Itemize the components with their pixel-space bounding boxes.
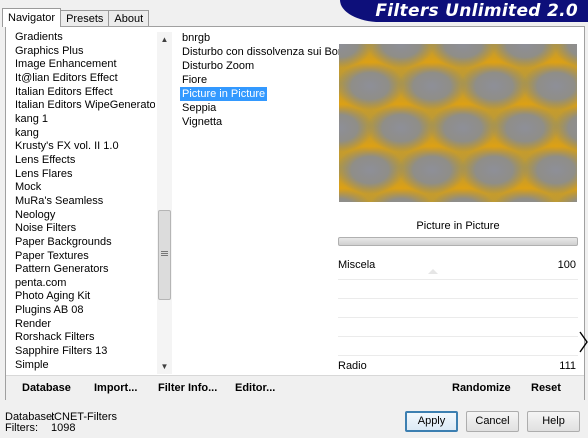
divider <box>338 279 578 280</box>
category-item[interactable]: Rorshack Filters <box>15 331 155 345</box>
pattern-blob <box>429 104 497 152</box>
scroll-up-icon[interactable]: ▲ <box>157 32 172 47</box>
grip-icon <box>161 251 168 256</box>
category-item[interactable]: Lens Effects <box>15 154 155 168</box>
slider-miscela[interactable]: Miscela 100 <box>338 259 578 274</box>
slider-value: 100 <box>557 259 576 271</box>
pattern-blob <box>460 146 528 194</box>
filter-row: Fiore <box>180 73 338 87</box>
status-info: Database: ICNET-Filters Filters: 1098 <box>5 412 117 434</box>
category-item[interactable]: Simple <box>15 359 155 371</box>
tab-about[interactable]: About <box>108 10 150 27</box>
filter-name-display: Picture in Picture <box>416 220 500 232</box>
filter-item-selected[interactable]: Picture in Picture <box>180 87 268 101</box>
filter-item[interactable]: Disturbo con dissolvenza sui Bordi <box>180 45 350 59</box>
category-list[interactable]: Gradients Graphics Plus Image Enhancement I… <box>15 31 155 371</box>
filter-info-button[interactable]: Filter Info... <box>158 382 217 394</box>
slider-value: 111 <box>559 360 576 372</box>
preview-image <box>339 44 577 202</box>
filter-item[interactable]: Seppia <box>180 101 338 115</box>
filter-item[interactable]: bnrgb <box>180 31 338 45</box>
pattern-blob <box>398 146 466 194</box>
help-button[interactable]: Help <box>527 411 580 432</box>
filter-row: Disturbo Zoom <box>180 59 338 73</box>
category-item[interactable]: Paper Textures <box>15 250 155 264</box>
category-item[interactable]: MuRa's Seamless <box>15 195 155 209</box>
divider <box>338 298 578 299</box>
preview-pattern <box>339 44 577 202</box>
slider-label: Miscela <box>338 259 376 271</box>
filter-item[interactable]: Disturbo Zoom <box>180 59 338 73</box>
category-item[interactable]: It@lian Editors Effect <box>15 72 155 86</box>
cancel-button[interactable]: Cancel <box>466 411 519 432</box>
scroll-down-icon[interactable]: ▼ <box>157 359 172 374</box>
pattern-blob <box>398 62 466 110</box>
category-item[interactable]: kang <box>15 127 155 141</box>
pattern-blob <box>491 104 559 152</box>
tab-bar: Navigator Presets About <box>2 8 150 27</box>
randomize-button[interactable]: Randomize <box>452 382 511 394</box>
slider-radio[interactable]: Radio 111 <box>338 360 578 374</box>
navigator-toolbar: Database Import... Filter Info... Editor… <box>6 375 584 400</box>
progress-bar <box>338 237 578 246</box>
import-button[interactable]: Import... <box>94 382 137 394</box>
banner-title: Filters Unlimited 2.0 <box>375 1 578 21</box>
divider <box>338 355 578 356</box>
navigator-panel: Gradients Graphics Plus Image Enhancement I… <box>5 26 585 400</box>
filter-row: Picture in Picture <box>180 87 338 101</box>
pattern-blob <box>367 104 435 152</box>
filter-list[interactable]: bnrgb Disturbo con dissolvenza sui Bordi D… <box>180 31 350 129</box>
editor-button[interactable]: Editor... <box>235 382 275 394</box>
slider-thumb-icon[interactable] <box>428 269 438 274</box>
divider <box>338 317 578 318</box>
filter-row: Vignetta <box>180 115 338 129</box>
category-item[interactable]: Neology <box>15 209 155 223</box>
filter-row: Seppia <box>180 101 338 115</box>
filter-item[interactable]: Vignetta <box>180 115 338 129</box>
category-item[interactable]: Photo Aging Kit <box>15 290 155 304</box>
filters-count: 1098 <box>51 422 76 434</box>
category-item[interactable]: Graphics Plus <box>15 45 155 59</box>
filters-label: Filters: <box>5 422 38 434</box>
category-item[interactable]: Noise Filters <box>15 222 155 236</box>
filter-row: Disturbo con dissolvenza sui Bordi <box>180 45 350 59</box>
category-item[interactable]: Plugins AB 08 <box>15 304 155 318</box>
database-button[interactable]: Database <box>22 382 71 394</box>
tab-presets[interactable]: Presets <box>60 10 110 27</box>
category-item[interactable]: Krusty's FX vol. II 1.0 <box>15 140 155 154</box>
category-item[interactable]: Mock <box>15 181 155 195</box>
filter-row: bnrgb <box>180 31 338 45</box>
category-item[interactable]: Italian Editors WipeGenerator <box>15 99 155 113</box>
scroll-thumb[interactable] <box>158 210 171 300</box>
divider <box>338 336 578 337</box>
category-item[interactable]: penta.com <box>15 277 155 291</box>
tab-navigator[interactable]: Navigator <box>2 8 62 27</box>
category-item[interactable]: Paper Backgrounds <box>15 236 155 250</box>
resize-cursor-icon <box>579 331 588 353</box>
category-item[interactable]: Sapphire Filters 13 <box>15 345 155 359</box>
slider-label: Radio <box>338 360 367 372</box>
category-item[interactable]: Gradients <box>15 31 155 45</box>
category-scrollbar[interactable]: ▲ ▼ <box>157 32 172 374</box>
category-item[interactable]: Render <box>15 318 155 332</box>
parameter-sliders: Miscela 100 Radio 111 <box>338 259 578 373</box>
category-item[interactable]: Lens Flares <box>15 168 155 182</box>
pattern-blob <box>339 62 404 110</box>
category-item[interactable]: Italian Editors Effect <box>15 86 155 100</box>
pattern-blob <box>339 146 404 194</box>
reset-button[interactable]: Reset <box>531 382 561 394</box>
category-item[interactable]: Pattern Generators <box>15 263 155 277</box>
category-item[interactable]: kang 1 <box>15 113 155 127</box>
category-item[interactable]: Image Enhancement <box>15 58 155 72</box>
filter-item[interactable]: Fiore <box>180 73 338 87</box>
title-banner: Filters Unlimited 2.0 <box>340 0 588 22</box>
apply-button[interactable]: Apply <box>405 411 458 432</box>
pattern-blob <box>460 62 528 110</box>
